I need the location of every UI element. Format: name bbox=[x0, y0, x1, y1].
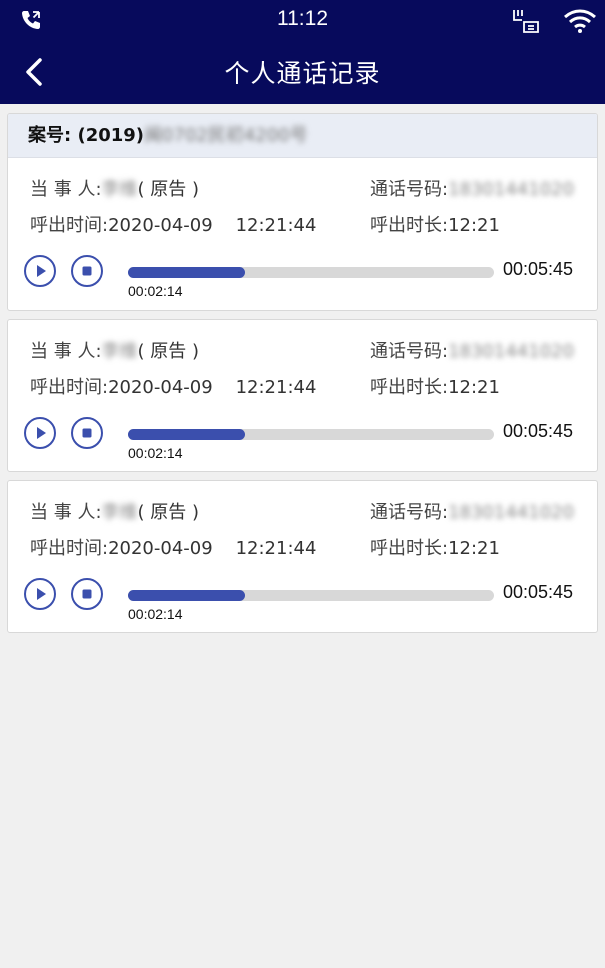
wifi-icon bbox=[564, 9, 596, 33]
call-time: 12:21:44 bbox=[235, 215, 317, 236]
call-record-card: 当 事 人:李维( 原告 ) 通话号码:18301441020 呼出时间:202… bbox=[7, 319, 598, 472]
call-duration: 12:21 bbox=[448, 215, 500, 236]
call-record-list: 案号: (2019)闽0702民初4200号 当 事 人:李维( 原告 ) 通话… bbox=[7, 113, 598, 641]
call-duration-label: 呼出时长: bbox=[370, 377, 449, 398]
phone-label: 通话号码: bbox=[370, 179, 449, 200]
total-time: 00:05:45 bbox=[503, 259, 574, 279]
progress-track[interactable] bbox=[128, 429, 494, 440]
current-time: 00:02:14 bbox=[128, 445, 183, 461]
phone-number: 18301441020 bbox=[448, 179, 575, 200]
call-record-card: 当 事 人:李维( 原告 ) 通话号码:18301441020 呼出时间:202… bbox=[7, 480, 598, 633]
play-button[interactable] bbox=[24, 417, 56, 449]
call-record-card: 案号: (2019)闽0702民初4200号 当 事 人:李维( 原告 ) 通话… bbox=[7, 113, 598, 311]
call-duration-label: 呼出时长: bbox=[370, 215, 449, 236]
audio-player: 00:02:14 00:05:45 bbox=[24, 578, 577, 622]
call-date: 2020-04-09 bbox=[108, 215, 213, 236]
call-time: 12:21:44 bbox=[235, 538, 317, 559]
phone-number: 18301441020 bbox=[448, 502, 575, 523]
stop-icon bbox=[82, 428, 92, 438]
case-number: (2019) bbox=[77, 125, 145, 146]
progress-fill bbox=[128, 590, 246, 601]
stop-button[interactable] bbox=[71, 578, 103, 610]
page-title: 个人通话记录 bbox=[224, 59, 381, 88]
progress-track[interactable] bbox=[128, 590, 494, 601]
call-out-time-label: 呼出时间: bbox=[30, 377, 109, 398]
case-number-blurred: 闽0702民初4200号 bbox=[144, 125, 308, 146]
current-time: 00:02:14 bbox=[128, 283, 183, 299]
party-role: ( 原告 ) bbox=[137, 502, 200, 523]
call-duration: 12:21 bbox=[448, 538, 500, 559]
sim-icon bbox=[513, 10, 539, 33]
stop-icon bbox=[82, 266, 92, 276]
stop-button[interactable] bbox=[71, 255, 103, 287]
nav-bar: 个人通话记录 bbox=[0, 40, 605, 104]
current-time: 00:02:14 bbox=[128, 606, 183, 622]
call-date: 2020-04-09 bbox=[108, 377, 213, 398]
party-role: ( 原告 ) bbox=[137, 179, 200, 200]
call-duration: 12:21 bbox=[448, 377, 500, 398]
party-name: 李维 bbox=[101, 341, 138, 362]
play-icon bbox=[37, 265, 46, 277]
play-button[interactable] bbox=[24, 578, 56, 610]
phone-label: 通话号码: bbox=[370, 502, 449, 523]
party-label: 当 事 人: bbox=[30, 179, 102, 200]
party-label: 当 事 人: bbox=[30, 502, 102, 523]
play-icon bbox=[37, 588, 46, 600]
play-button[interactable] bbox=[24, 255, 56, 287]
case-number-header: 案号: (2019)闽0702民初4200号 bbox=[8, 114, 597, 158]
call-time: 12:21:44 bbox=[235, 377, 317, 398]
case-label: 案号: bbox=[28, 125, 72, 146]
call-out-time-label: 呼出时间: bbox=[30, 215, 109, 236]
total-time: 00:05:45 bbox=[503, 421, 574, 441]
phone-label: 通话号码: bbox=[370, 341, 449, 362]
audio-player: 00:02:14 00:05:45 bbox=[24, 255, 577, 299]
call-out-time-label: 呼出时间: bbox=[30, 538, 109, 559]
call-duration-label: 呼出时长: bbox=[370, 538, 449, 559]
progress-fill bbox=[128, 267, 246, 278]
status-bar: 11:12 bbox=[0, 0, 605, 40]
total-time: 00:05:45 bbox=[503, 582, 574, 602]
party-name: 李维 bbox=[101, 179, 138, 200]
phone-number: 18301441020 bbox=[448, 341, 575, 362]
progress-track[interactable] bbox=[128, 267, 494, 278]
call-date: 2020-04-09 bbox=[108, 538, 213, 559]
play-icon bbox=[37, 427, 46, 439]
stop-button[interactable] bbox=[71, 417, 103, 449]
party-label: 当 事 人: bbox=[30, 341, 102, 362]
party-name: 李维 bbox=[101, 502, 138, 523]
stop-icon bbox=[82, 589, 92, 599]
party-role: ( 原告 ) bbox=[137, 341, 200, 362]
progress-fill bbox=[128, 429, 246, 440]
audio-player: 00:02:14 00:05:45 bbox=[24, 417, 577, 461]
